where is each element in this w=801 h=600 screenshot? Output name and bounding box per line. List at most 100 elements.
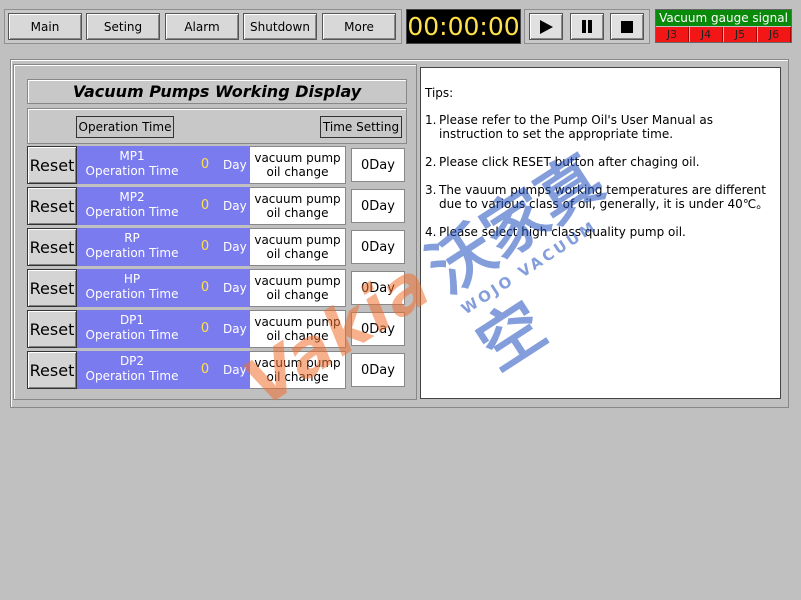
oil-change-label: vacuum pump oil change <box>249 310 346 348</box>
operation-days-unit: Day <box>223 240 247 254</box>
nav-setting-button[interactable]: Seting <box>86 13 160 40</box>
pump-row-hp: Reset HP Operation Time 0 Day vacuum pum… <box>27 269 407 307</box>
nav-shutdown-button[interactable]: Shutdown <box>243 13 317 40</box>
tip-number: 1. <box>425 113 437 127</box>
operation-days-value: 0 <box>200 362 210 377</box>
oil-change-line-1: vacuum pump <box>254 192 341 206</box>
time-setting-header: Time Setting <box>320 116 402 138</box>
gauge-channel-j4: J4 <box>690 27 723 42</box>
pause-icon <box>582 20 592 33</box>
tip-text: Please click RESET button after chaging … <box>439 155 700 169</box>
tip-text: The vauum pumps working temperatures are… <box>439 183 769 211</box>
operation-days-value: 0 <box>200 157 210 172</box>
gauge-channel-j6: J6 <box>758 27 791 42</box>
operation-time-header: Operation Time <box>76 116 174 138</box>
nav-alarm-button[interactable]: Alarm <box>165 13 239 40</box>
panel-title: Vacuum Pumps Working Display <box>27 79 407 104</box>
oil-change-line-2: oil change <box>266 247 329 261</box>
oil-change-line-2: oil change <box>266 370 329 384</box>
oil-change-line-1: vacuum pump <box>254 151 341 165</box>
oil-change-label: vacuum pump oil change <box>249 269 346 307</box>
pump-sub-label: Operation Time <box>85 369 179 383</box>
operation-time-box: MP2 Operation Time 0 Day <box>77 187 249 225</box>
oil-change-line-2: oil change <box>266 165 329 179</box>
operation-days-value: 0 <box>200 198 210 213</box>
tip-number: 4. <box>425 225 437 239</box>
run-control-group <box>524 9 650 44</box>
oil-change-line-1: vacuum pump <box>254 356 341 370</box>
run-timer-display: 00:00:00 <box>406 9 521 44</box>
time-setting-input-dp2[interactable]: 0Day <box>351 353 405 387</box>
pump-name: RP <box>124 231 140 245</box>
operation-time-box: MP1 Operation Time 0 Day <box>77 146 249 184</box>
tips-title: Tips: <box>425 86 454 100</box>
pump-sub-label: Operation Time <box>85 246 179 260</box>
time-setting-input-rp[interactable]: 0Day <box>351 230 405 264</box>
pump-sub-label: Operation Time <box>85 328 179 342</box>
pump-name: MP2 <box>119 190 145 204</box>
oil-change-line-2: oil change <box>266 206 329 220</box>
tip-number: 2. <box>425 155 437 169</box>
reset-button-mp1[interactable]: Reset <box>27 146 77 184</box>
play-button[interactable] <box>529 13 563 40</box>
tip-text: Please refer to the Pump Oil's User Manu… <box>439 113 713 141</box>
oil-change-line-1: vacuum pump <box>254 233 341 247</box>
operation-days-value: 0 <box>200 321 210 336</box>
nav-main-button[interactable]: Main <box>8 13 82 40</box>
tip-number: 3. <box>425 183 437 197</box>
pump-name: HP <box>123 272 141 286</box>
reset-button-dp1[interactable]: Reset <box>27 310 77 348</box>
pump-sub-label: Operation Time <box>85 205 179 219</box>
oil-change-line-2: oil change <box>266 329 329 343</box>
column-header-bar: Operation Time Time Setting <box>27 108 407 144</box>
operation-days-unit: Day <box>223 363 247 377</box>
gauge-channel-j3: J3 <box>656 27 689 42</box>
pump-name: MP1 <box>119 149 145 163</box>
operation-days-unit: Day <box>223 158 247 172</box>
pump-row-dp1: Reset DP1 Operation Time 0 Day vacuum pu… <box>27 310 407 348</box>
operation-time-box: DP1 Operation Time 0 Day <box>77 310 249 348</box>
operation-days-unit: Day <box>223 199 247 213</box>
pump-row-mp1: Reset MP1 Operation Time 0 Day vacuum pu… <box>27 146 407 184</box>
stop-button[interactable] <box>610 13 644 40</box>
reset-button-hp[interactable]: Reset <box>27 269 77 307</box>
pump-row-mp2: Reset MP2 Operation Time 0 Day vacuum pu… <box>27 187 407 225</box>
tips-panel: Tips: 1. Please refer to the Pump Oil's … <box>420 67 781 399</box>
tip-text: Please select high class quality pump oi… <box>439 225 686 239</box>
oil-change-line-1: vacuum pump <box>254 315 341 329</box>
gauge-title: Vacuum gauge signal <box>656 10 791 26</box>
gauge-channel-j5: J5 <box>724 27 757 42</box>
reset-button-rp[interactable]: Reset <box>27 228 77 266</box>
pump-sub-label: Operation Time <box>85 164 179 178</box>
operation-days-unit: Day <box>223 322 247 336</box>
oil-change-line-2: oil change <box>266 288 329 302</box>
time-setting-input-mp2[interactable]: 0Day <box>351 189 405 223</box>
play-icon <box>539 19 553 34</box>
operation-days-value: 0 <box>200 239 210 254</box>
nav-button-group: Main Seting Alarm Shutdown More <box>4 9 402 44</box>
time-setting-input-dp1[interactable]: 0Day <box>351 312 405 346</box>
top-bar: Main Seting Alarm Shutdown More 00:00:00… <box>0 0 801 50</box>
pump-name: DP2 <box>119 354 145 368</box>
oil-change-label: vacuum pump oil change <box>249 146 346 184</box>
operation-days-unit: Day <box>223 281 247 295</box>
reset-button-dp2[interactable]: Reset <box>27 351 77 389</box>
pump-row-dp2: Reset DP2 Operation Time 0 Day vacuum pu… <box>27 351 407 389</box>
oil-change-line-1: vacuum pump <box>254 274 341 288</box>
time-setting-input-hp[interactable]: 0Day <box>351 271 405 305</box>
vacuum-gauge-signal: Vacuum gauge signal J3 J4 J5 J6 <box>655 9 792 43</box>
oil-change-label: vacuum pump oil change <box>249 187 346 225</box>
oil-change-label: vacuum pump oil change <box>249 228 346 266</box>
time-setting-input-mp1[interactable]: 0Day <box>351 148 405 182</box>
stop-icon <box>621 20 633 33</box>
pump-row-rp: Reset RP Operation Time 0 Day vacuum pum… <box>27 228 407 266</box>
pump-name: DP1 <box>119 313 145 327</box>
pause-button[interactable] <box>570 13 604 40</box>
pump-sub-label: Operation Time <box>85 287 179 301</box>
operation-time-box: RP Operation Time 0 Day <box>77 228 249 266</box>
reset-button-mp2[interactable]: Reset <box>27 187 77 225</box>
nav-more-button[interactable]: More <box>322 13 396 40</box>
oil-change-label: vacuum pump oil change <box>249 351 346 389</box>
operation-days-value: 0 <box>200 280 210 295</box>
operation-time-box: HP Operation Time 0 Day <box>77 269 249 307</box>
